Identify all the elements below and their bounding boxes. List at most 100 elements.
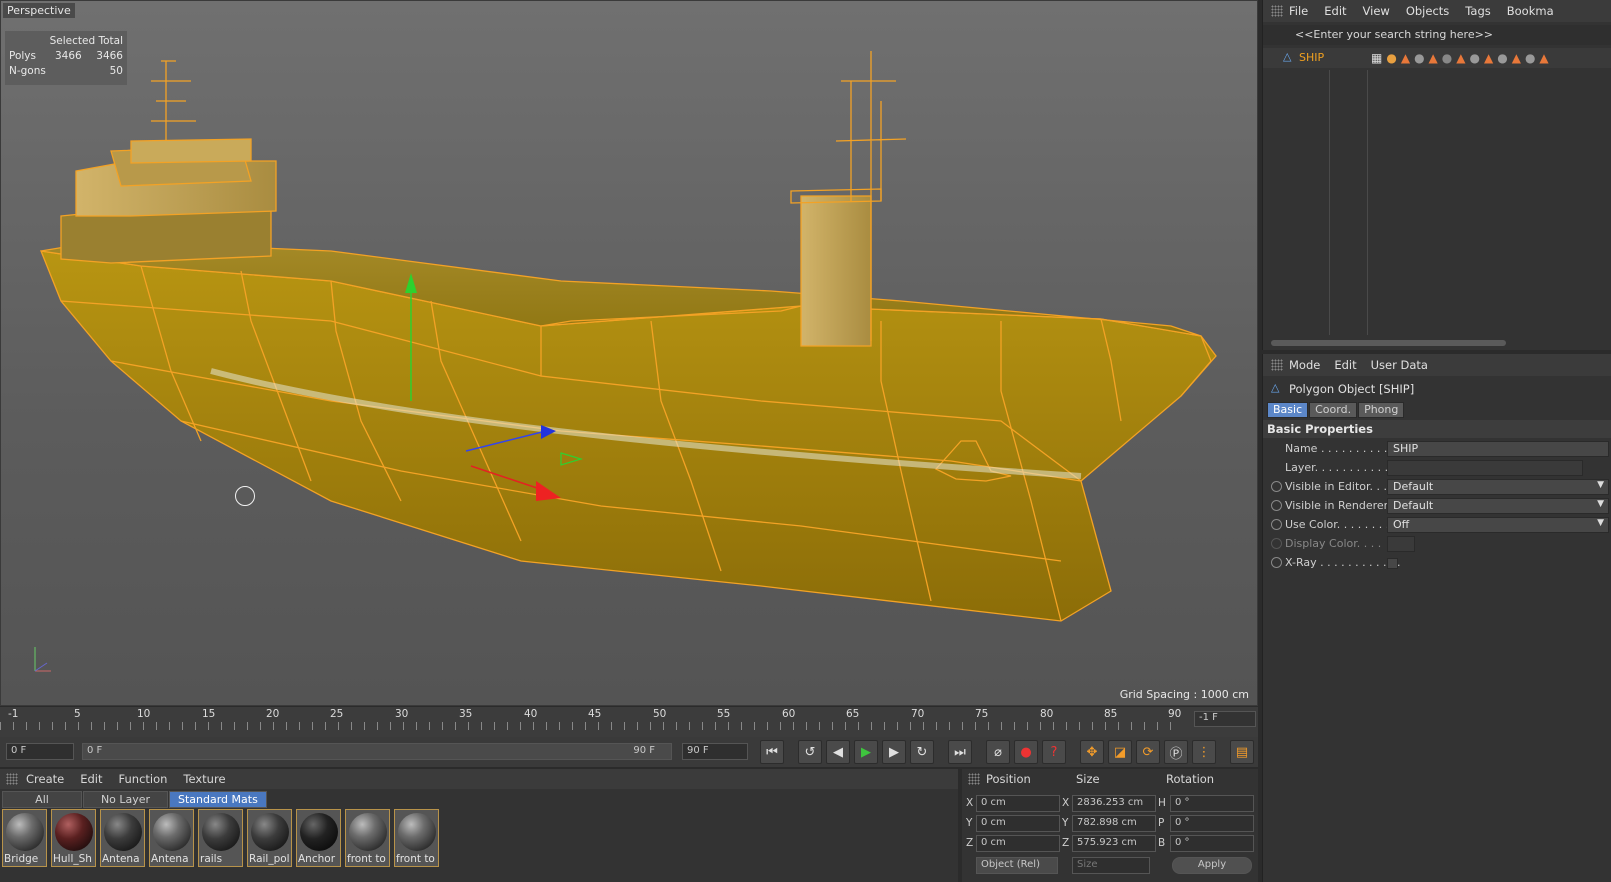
panel-grip-icon[interactable] <box>1271 5 1283 17</box>
menu-tags[interactable]: Tags <box>1465 4 1490 18</box>
checker-tag-icon[interactable]: ▦ <box>1371 51 1382 65</box>
menu-objects[interactable]: Objects <box>1406 4 1449 18</box>
material-tag-icon[interactable]: ▲ <box>1456 51 1465 65</box>
scale-tool-icon[interactable]: ◪ <box>1108 740 1132 764</box>
play-button[interactable]: ▶ <box>854 740 878 764</box>
material-swatch[interactable]: Bridge <box>2 809 47 867</box>
menu-function[interactable]: Function <box>119 772 168 786</box>
size-y-field[interactable]: 782.898 cm <box>1072 815 1156 832</box>
panel-grip-icon[interactable] <box>968 773 980 785</box>
use-color-select[interactable]: Off ▼ <box>1387 517 1609 533</box>
tab-basic[interactable]: Basic <box>1267 402 1309 418</box>
object-row-ship[interactable]: △ SHIP ▦ ● ▲ ● ▲ ● ▲ ● ▲ ● ▲ ● ▲ <box>1263 48 1611 68</box>
radio-icon[interactable] <box>1271 519 1282 530</box>
go-to-end-button[interactable]: ⏭ <box>948 740 972 764</box>
timeline-window-icon[interactable]: ▤ <box>1230 740 1254 764</box>
menu-edit[interactable]: Edit <box>80 772 102 786</box>
menu-edit[interactable]: Edit <box>1324 4 1346 18</box>
material-tag-icon[interactable]: ● <box>1525 51 1535 65</box>
material-tag-icon[interactable]: ● <box>1386 51 1396 65</box>
menu-create[interactable]: Create <box>26 772 64 786</box>
material-tag-icon[interactable]: ● <box>1470 51 1480 65</box>
record-button[interactable]: ● <box>1014 740 1038 764</box>
playback-bar: 0 F 0 F 90 F 90 F ⏮ ↺ ◀ ▶ ▶ ↻ ⏭ ⌀ ● ? ✥ … <box>0 737 1258 767</box>
current-frame-field[interactable]: 0 F <box>6 743 74 760</box>
next-key-button[interactable]: ↻ <box>910 740 934 764</box>
auto-key-button[interactable]: ? <box>1042 740 1066 764</box>
3d-viewport[interactable]: Perspective Selected Total Polys 3466 34… <box>0 0 1258 706</box>
next-frame-button[interactable]: ▶ <box>882 740 906 764</box>
position-z-field[interactable]: 0 cm <box>976 835 1060 852</box>
end-frame-field[interactable]: -1 F <box>1194 711 1256 727</box>
viewport-title[interactable]: Perspective <box>3 3 75 18</box>
move-tool-icon[interactable]: ✥ <box>1080 740 1104 764</box>
object-name[interactable]: SHIP <box>1299 51 1324 64</box>
material-tag-icon[interactable]: ▲ <box>1539 51 1548 65</box>
horizontal-scrollbar[interactable] <box>1271 340 1506 346</box>
material-swatch[interactable]: Anchor <box>296 809 341 867</box>
material-swatch[interactable]: Antena <box>100 809 145 867</box>
menu-file[interactable]: File <box>1289 4 1308 18</box>
coordinate-mode-select[interactable]: Object (Rel) <box>976 857 1058 874</box>
material-layer-tabs: All No Layer Standard Mats <box>2 791 268 808</box>
visible-renderer-select[interactable]: Default ▼ <box>1387 498 1609 514</box>
size-z-field[interactable]: 575.923 cm <box>1072 835 1156 852</box>
material-tag-icon[interactable]: ● <box>1414 51 1424 65</box>
rotation-p-field[interactable]: 0 ° <box>1170 815 1254 832</box>
position-y-field[interactable]: 0 cm <box>976 815 1060 832</box>
menu-bookmarks[interactable]: Bookma <box>1507 4 1554 18</box>
material-swatch[interactable]: Rail_pol <box>247 809 292 867</box>
apply-button[interactable]: Apply <box>1172 857 1252 874</box>
prev-key-button[interactable]: ↺ <box>798 740 822 764</box>
material-tag-icon[interactable]: ▲ <box>1429 51 1438 65</box>
size-mode-select[interactable]: Size <box>1072 857 1150 874</box>
material-manager: Create Edit Function Texture All No Laye… <box>0 769 958 882</box>
position-x-field[interactable]: 0 cm <box>976 795 1060 812</box>
parameter-tool-icon[interactable]: Ⓟ <box>1164 740 1188 764</box>
rotate-tool-icon[interactable]: ⟳ <box>1136 740 1160 764</box>
radio-icon[interactable] <box>1271 481 1282 492</box>
radio-icon[interactable] <box>1271 500 1282 511</box>
material-tag-icon[interactable]: ▲ <box>1512 51 1521 65</box>
menu-view[interactable]: View <box>1363 4 1390 18</box>
panel-grip-icon[interactable] <box>6 773 18 785</box>
menu-mode[interactable]: Mode <box>1289 358 1320 372</box>
panel-grip-icon[interactable] <box>1271 359 1283 371</box>
go-to-start-button[interactable]: ⏮ <box>760 740 784 764</box>
tab-coord[interactable]: Coord. <box>1309 402 1358 418</box>
material-tag-icon[interactable]: ● <box>1442 51 1452 65</box>
world-axis-icon <box>34 647 51 672</box>
layer-field[interactable] <box>1387 460 1583 476</box>
xray-checkbox[interactable] <box>1387 558 1398 569</box>
tab-no-layer[interactable]: No Layer <box>83 791 168 808</box>
material-swatch[interactable]: Antena <box>149 809 194 867</box>
tab-phong[interactable]: Phong <box>1358 402 1405 418</box>
material-tag-icon[interactable]: ▲ <box>1484 51 1493 65</box>
grid-tool-icon[interactable]: ⋮ <box>1192 740 1216 764</box>
material-swatch[interactable]: Hull_Sh <box>51 809 96 867</box>
ship-model-wireframe[interactable] <box>1 1 1258 706</box>
timeline-ticks[interactable]: -1 5 10 15 20 25 30 35 40 45 50 55 60 65… <box>0 707 1190 731</box>
visible-editor-select[interactable]: Default ▼ <box>1387 479 1609 495</box>
material-tag-icon[interactable]: ● <box>1497 51 1507 65</box>
menu-edit[interactable]: Edit <box>1334 358 1356 372</box>
size-x-field[interactable]: 2836.253 cm <box>1072 795 1156 812</box>
max-frame-field[interactable]: 90 F <box>682 743 748 760</box>
tab-standard-mats[interactable]: Standard Mats <box>169 791 267 808</box>
frame-range-slider[interactable]: 0 F 90 F <box>82 743 672 760</box>
menu-texture[interactable]: Texture <box>183 772 225 786</box>
keyframe-icon[interactable]: ⌀ <box>986 740 1010 764</box>
object-search-input[interactable]: <<Enter your search string here>> <box>1263 25 1611 45</box>
polygon-object-icon: △ <box>1283 50 1292 63</box>
rotation-h-field[interactable]: 0 ° <box>1170 795 1254 812</box>
material-swatch[interactable]: front to <box>345 809 390 867</box>
rotation-b-field[interactable]: 0 ° <box>1170 835 1254 852</box>
tab-all[interactable]: All <box>2 791 82 808</box>
prev-frame-button[interactable]: ◀ <box>826 740 850 764</box>
material-tag-icon[interactable]: ▲ <box>1401 51 1410 65</box>
material-swatch[interactable]: front to <box>394 809 439 867</box>
radio-icon[interactable] <box>1271 557 1282 568</box>
name-field[interactable]: SHIP <box>1387 441 1609 457</box>
material-swatch[interactable]: rails <box>198 809 243 867</box>
menu-user-data[interactable]: User Data <box>1371 358 1428 372</box>
